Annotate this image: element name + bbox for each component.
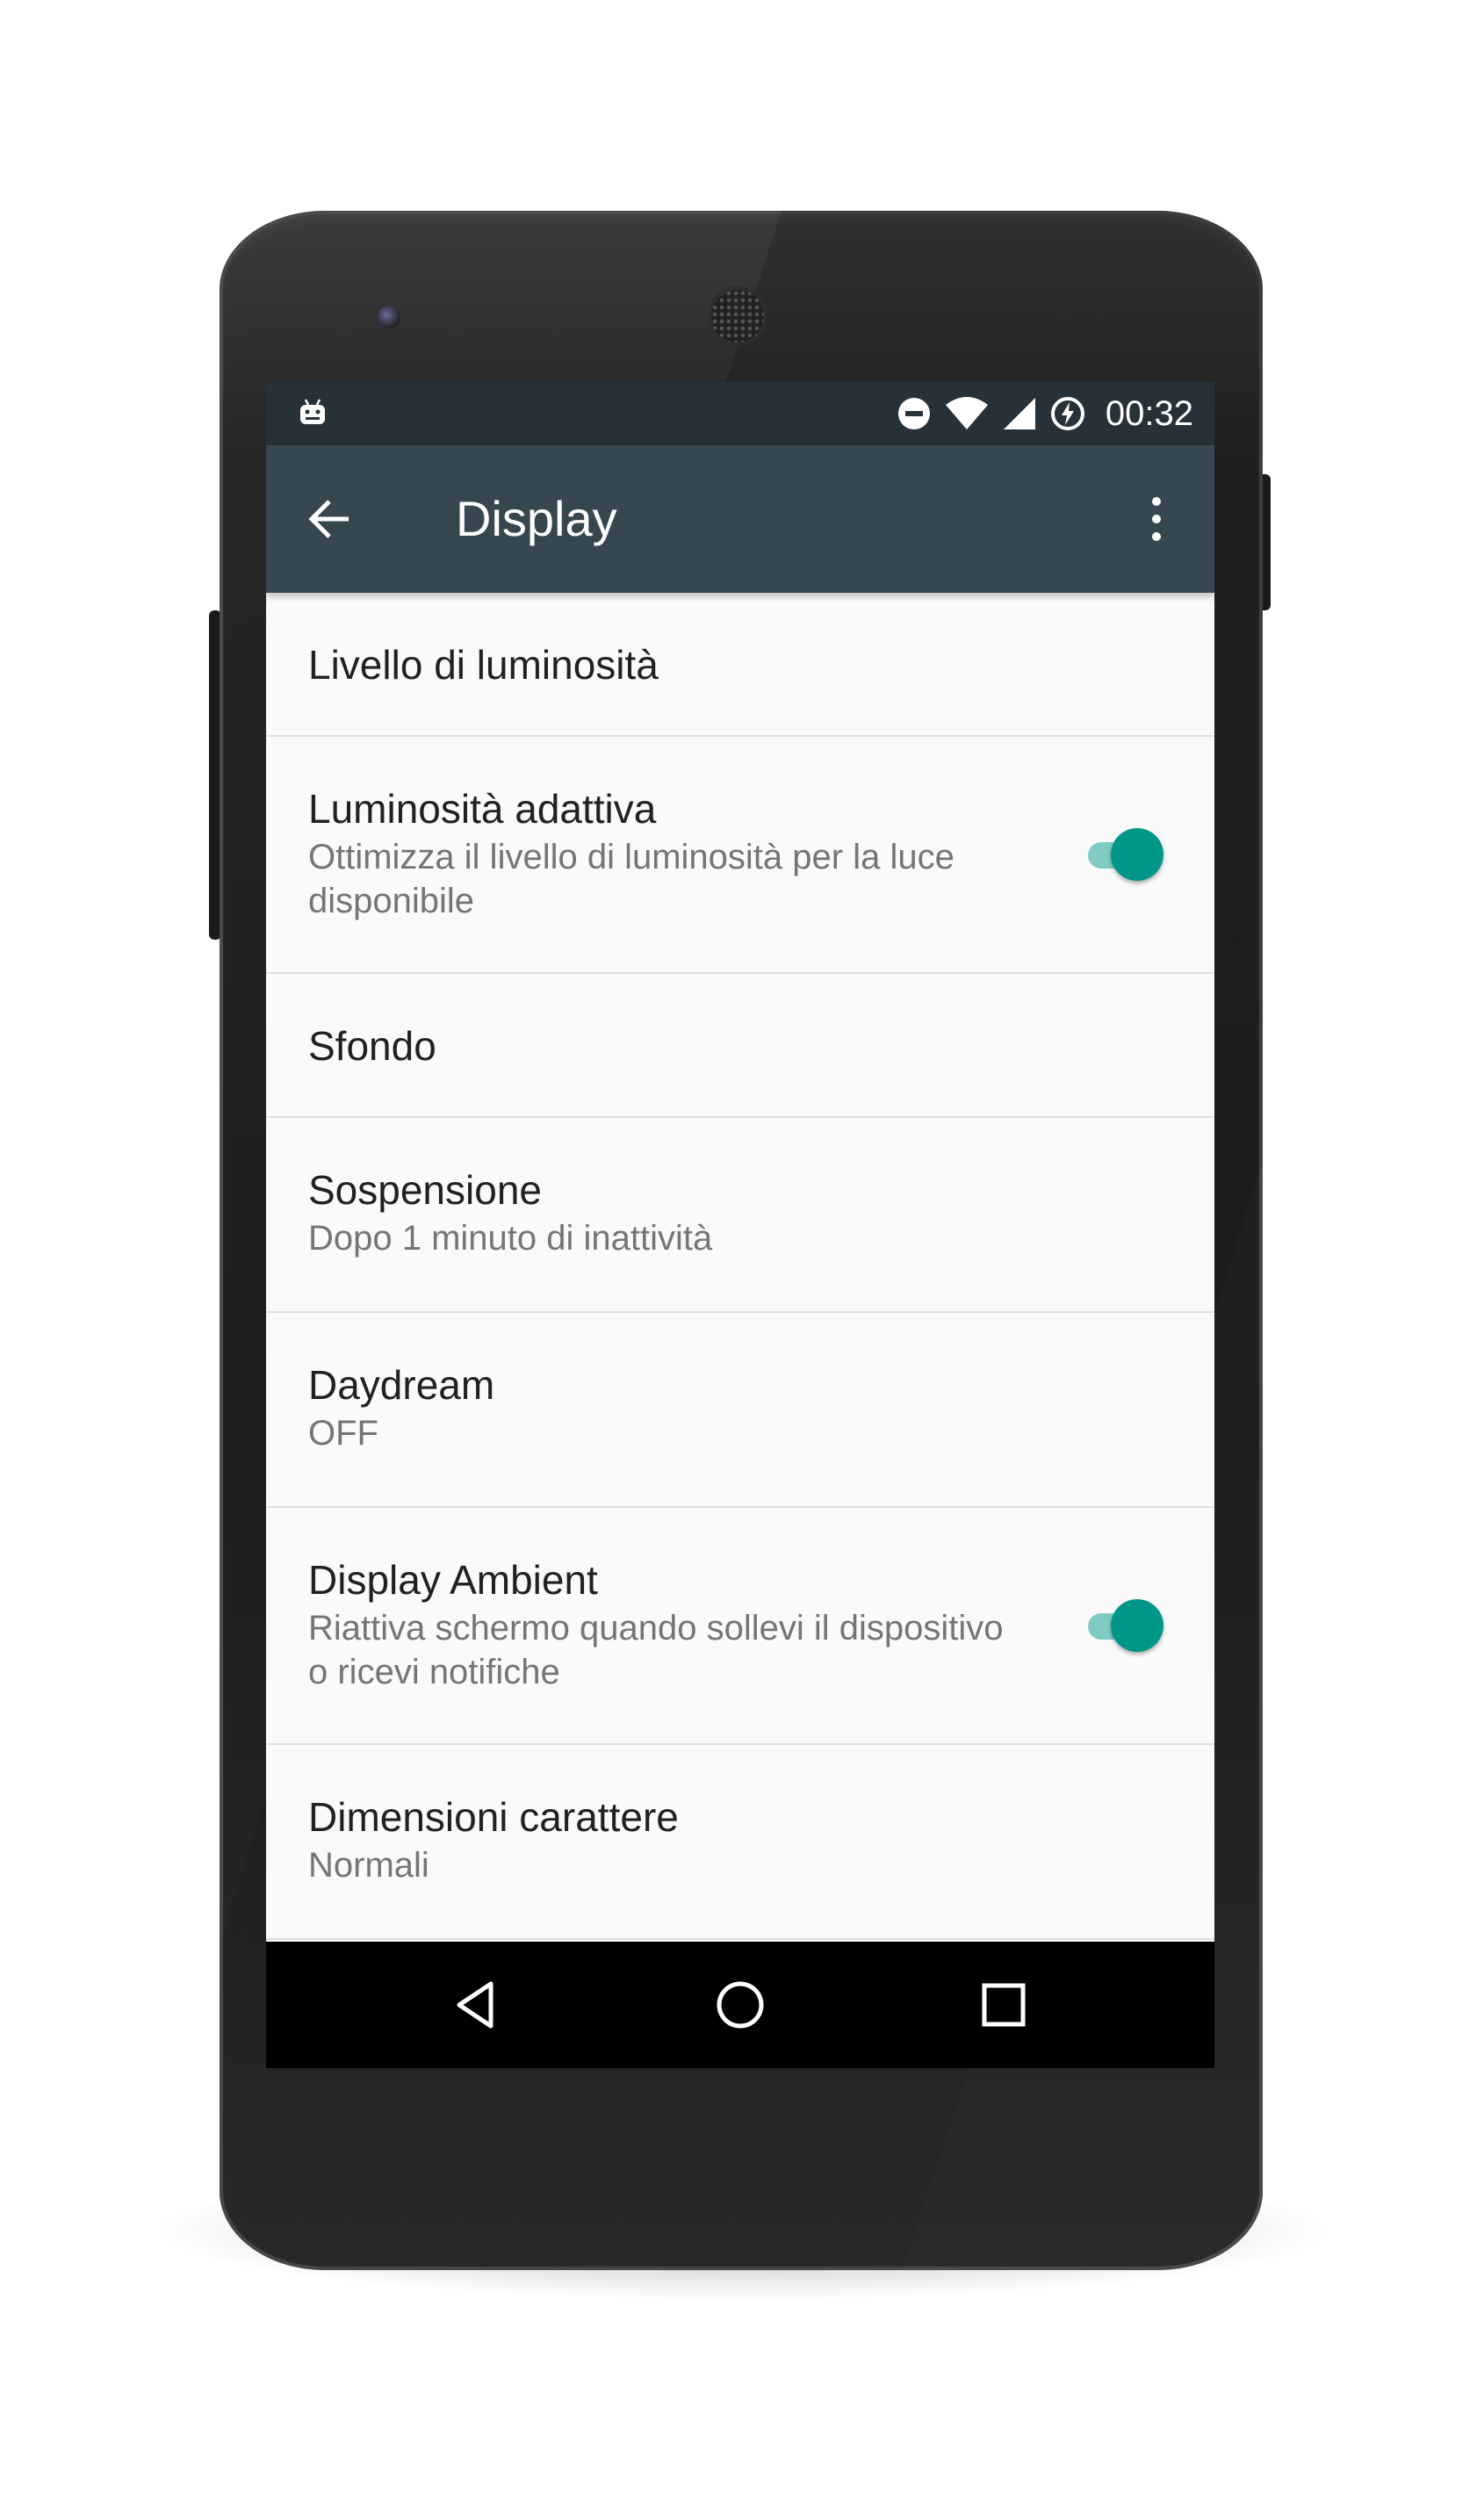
setting-title: Sospensione xyxy=(308,1167,542,1213)
nav-back-button[interactable] xyxy=(445,1973,508,2037)
page-title: Display xyxy=(456,491,617,546)
overflow-menu-button[interactable] xyxy=(1125,487,1188,551)
earpiece-speaker xyxy=(711,290,764,342)
clock: 00:32 xyxy=(1105,393,1193,433)
setting-summary: OFF xyxy=(308,1414,378,1453)
setting-summary: Ottimizza il livello di luminosità per l… xyxy=(308,838,955,920)
front-camera xyxy=(378,306,400,328)
settings-list: Livello di luminosità Luminosità adattiv… xyxy=(266,593,1214,1940)
battery-saver-icon xyxy=(1049,395,1086,432)
wifi-icon xyxy=(944,396,990,431)
setting-ambient-display[interactable]: Display Ambient Riattiva schermo quando … xyxy=(266,1508,1214,1745)
setting-wallpaper[interactable]: Sfondo xyxy=(266,974,1214,1118)
nav-recents-icon xyxy=(982,1983,1026,2027)
nav-recents-button[interactable] xyxy=(972,1973,1035,2037)
setting-adaptive-brightness[interactable]: Luminosità adattiva Ottimizza il livello… xyxy=(266,737,1214,974)
status-icons: 00:32 xyxy=(897,382,1193,445)
screen: 00:32 Display Livello di luminosità Lumi xyxy=(266,382,1214,2068)
proximity-sensor xyxy=(1060,307,1072,320)
android-debug-icon xyxy=(298,398,328,428)
arrow-back-icon xyxy=(308,500,349,538)
setting-title: Daydream xyxy=(308,1362,495,1408)
navigation-bar xyxy=(266,1942,1214,2068)
setting-title: Sfondo xyxy=(308,1023,436,1069)
more-vert-icon xyxy=(1152,497,1161,541)
setting-brightness-level[interactable]: Livello di luminosità xyxy=(266,593,1214,737)
setting-daydream[interactable]: Daydream OFF xyxy=(266,1313,1214,1508)
setting-summary: Normali xyxy=(308,1846,429,1885)
setting-title: Display Ambient xyxy=(308,1557,598,1603)
setting-summary: Riattiva schermo quando sollevi il dispo… xyxy=(308,1609,1004,1691)
light-sensor xyxy=(1095,307,1107,320)
cell-signal-icon xyxy=(1002,396,1037,431)
adaptive-brightness-switch[interactable] xyxy=(1081,828,1163,881)
status-bar: 00:32 xyxy=(266,382,1214,445)
setting-title: Livello di luminosità xyxy=(308,642,659,688)
setting-summary: Dopo 1 minuto di inattività xyxy=(308,1219,713,1258)
setting-sleep[interactable]: Sospensione Dopo 1 minuto di inattività xyxy=(266,1118,1214,1313)
back-button[interactable] xyxy=(298,487,361,551)
do-not-disturb-icon xyxy=(897,396,932,431)
setting-font-size[interactable]: Dimensioni carattere Normali xyxy=(266,1745,1214,1940)
nav-back-icon xyxy=(457,1981,493,2029)
setting-title: Dimensioni carattere xyxy=(308,1794,679,1840)
setting-title: Luminosità adattiva xyxy=(308,786,657,832)
ambient-display-switch[interactable] xyxy=(1081,1599,1163,1652)
nav-home-icon xyxy=(717,1981,764,2029)
nav-home-button[interactable] xyxy=(709,1973,772,2037)
app-bar: Display xyxy=(266,445,1214,593)
